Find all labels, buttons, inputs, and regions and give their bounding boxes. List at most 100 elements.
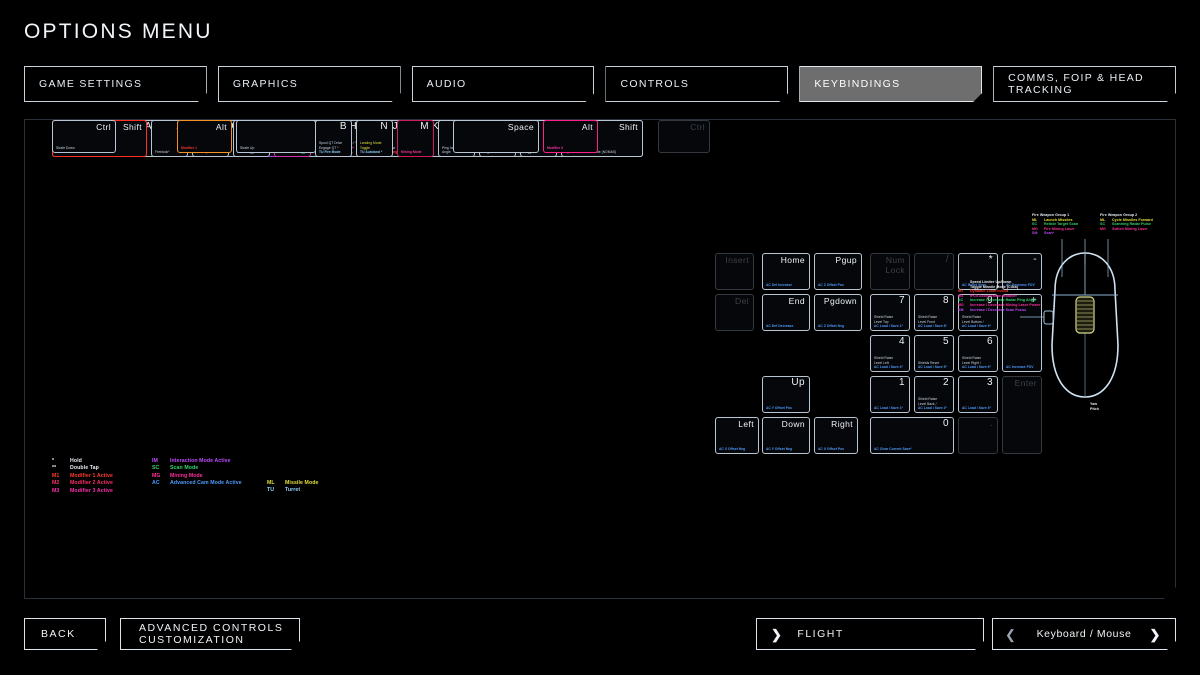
key-binding-list: AC Def Increase <box>766 283 807 287</box>
key-left[interactable]: Left AC X Offset Neg <box>715 417 759 454</box>
key-alt[interactable]: Alt Modifier 1 <box>177 120 232 153</box>
tab-keybindings[interactable]: KEYBINDINGS <box>799 66 982 102</box>
key-up[interactable]: Up AC Y Offset Pos <box>762 376 810 413</box>
advanced-controls-button[interactable]: ADVANCED CONTROLS CUSTOMIZATION <box>120 618 300 650</box>
legend-text: Modifier 2 Active <box>70 480 114 487</box>
key-binding-line: AC Y Offset Neg <box>766 446 793 451</box>
mouse-wheel-list: Speed Limiter Up/Down Toggle Missile Mode… <box>958 280 1040 312</box>
tab-game-settings[interactable]: GAME SETTINGS <box>24 66 207 102</box>
key-binding-line: AC Def Decrease <box>766 323 794 328</box>
tab-label: GAME SETTINGS <box>39 78 143 90</box>
key-down[interactable]: Down AC Y Offset Neg <box>762 417 810 454</box>
tab-label: COMMS, FOIP & HEAD TRACKING <box>1008 72 1144 96</box>
key-space[interactable]: Space <box>453 120 539 153</box>
key-binding-list: Landing Mode Toggle TU Autoland * <box>360 141 390 154</box>
key-pgdown[interactable]: Pgdown AC Z Offset Neg <box>814 294 862 331</box>
key-cap-label: Alt <box>581 122 593 132</box>
key-binding-line: AC Load / Save 1* <box>874 405 903 410</box>
back-button[interactable]: BACK <box>24 618 106 650</box>
key-1[interactable]: 1 AC Load / Save 1* <box>870 376 910 413</box>
legend-tag: SC <box>152 465 160 472</box>
key-cap-label: Up <box>791 377 805 388</box>
legend-column-3: ML Missile Mode TU Turret <box>267 480 319 495</box>
tab-bar: GAME SETTINGS GRAPHICS AUDIO CONTROLS KEYBIN… <box>24 66 1176 102</box>
key-n[interactable]: N Landing Mode Toggle TU Autoland * <box>356 120 393 157</box>
key-binding-line: AC Load / Save 5* <box>918 364 947 369</box>
key-alt[interactable]: Alt Modifier 3 <box>543 120 598 153</box>
key-insert[interactable]: Insert <box>715 253 754 290</box>
legend-tag: M3 <box>52 487 60 494</box>
key-b[interactable]: B Spool QT Drive Engage QT * TU Fire Mode <box>315 120 352 157</box>
mouse-wheel-label: Speed Limiter Up/Down Toggle Missile Mode… <box>958 280 1040 312</box>
tab-controls[interactable]: CONTROLS <box>605 66 788 102</box>
key-binding-list: Shield Raise Level Left AC Load / Save 4* <box>874 356 907 369</box>
flight-mode-button[interactable]: ❯ FLIGHT <box>756 618 984 650</box>
key-right[interactable]: Right AC X Offset Pos <box>814 417 858 454</box>
legend-column-1: * Hold ** Double Tap M1 Modifier 1 Active M2 Mo… <box>52 458 113 495</box>
tab-graphics[interactable]: GRAPHICS <box>218 66 401 102</box>
key-ctrl[interactable]: Ctrl <box>658 120 710 153</box>
key-binding-line: AC Z Offset Neg <box>818 323 845 328</box>
mouse-yaw-pitch-label: Yaw Pitch <box>1090 402 1100 411</box>
key-binding-list: Spool QT Drive Engage QT * TU Fire Mode <box>319 141 349 154</box>
key-binding-list: AC Y Offset Neg <box>766 447 807 451</box>
key-binding-line: AC Load / Save 4* <box>874 364 903 369</box>
key-binding-list: AC Clear Current Save* <box>874 447 951 451</box>
legend-text: Mining Mode <box>170 472 203 479</box>
legend-row: * Hold <box>52 458 113 465</box>
key-cap-label: N <box>380 121 388 132</box>
key-8[interactable]: 8 Shield Raise Level Front AC Load / Save 8… <box>914 294 954 331</box>
legend-row: M1 Modifier 1 Active <box>52 473 113 480</box>
key-cap-label: Num Lock <box>885 255 905 275</box>
key-cap-label: 7 <box>899 295 905 306</box>
legend-tag: IM <box>152 458 158 464</box>
legend-tag: M2 <box>52 480 60 487</box>
key-del[interactable]: Del <box>715 294 754 331</box>
chevron-right-icon[interactable]: ❯ <box>1150 628 1162 641</box>
key-cap-label: M <box>420 121 429 132</box>
key-blank[interactable]: / <box>914 253 954 290</box>
legend-row: ** Double Tap <box>52 465 113 472</box>
legend-tag: ML <box>267 480 275 486</box>
page-title: OPTIONS MENU <box>24 20 213 43</box>
key-num-lock[interactable]: Num Lock <box>870 253 910 290</box>
flight-mode-label: FLIGHT <box>797 628 844 640</box>
mouse-binding-row: SM Increase / Decrease Scan Focus <box>958 308 1040 313</box>
key-cap-label: Insert <box>725 255 749 265</box>
device-selector-label: Keyboard / Mouse <box>1036 628 1132 640</box>
key-home[interactable]: Home AC Def Increase <box>762 253 810 290</box>
key-2[interactable]: 2 Shield Raise Level Back / AC Load / Save … <box>914 376 954 413</box>
key-binding-list: Shield Raise Level Top AC Load / Save 1* <box>874 315 907 328</box>
key-ctrl[interactable]: Ctrl Strafe Down <box>52 120 116 153</box>
key-pgup[interactable]: Pgup AC Z Offset Pos <box>814 253 862 290</box>
chevron-right-icon: ❯ <box>771 626 784 642</box>
mouse-binding-tag: SM <box>1032 231 1038 236</box>
legend-row: ML Missile Mode <box>267 480 319 487</box>
legend-tag: M1 <box>52 472 60 479</box>
device-selector[interactable]: ❮ Keyboard / Mouse ❯ <box>992 618 1176 650</box>
mouse-group2-label: Fire Weapon Group 2 ML Cycle Missiles For… <box>1100 213 1153 231</box>
tab-label: GRAPHICS <box>232 78 299 90</box>
key-4[interactable]: 4 Shield Raise Level Left AC Load / Save 4* <box>870 335 910 372</box>
key-end[interactable]: End AC Def Decrease <box>762 294 810 331</box>
key-cap-label: Shift <box>122 122 142 132</box>
key-cap-label: / <box>945 254 949 265</box>
key-cap-label: Alt <box>215 122 227 132</box>
chevron-left-icon[interactable]: ❮ <box>1005 628 1017 641</box>
mouse-group1-label: Fire Weapon Group 1 ML Launch Missiles SC R… <box>1032 213 1078 236</box>
key-cap-label: 4 <box>899 336 905 347</box>
legend-text: Modifier 3 Active <box>70 487 114 494</box>
mouse-group1-list: ML Launch Missiles SC Reticle Target Scan MG… <box>1032 218 1078 236</box>
key-5[interactable]: 5 Shields Reset AC Load / Save 5* <box>914 335 954 372</box>
key-cap-label: Shift <box>618 122 638 132</box>
key-cap-label: Ctrl <box>96 122 111 132</box>
tab-comms-foip-head-tracking[interactable]: COMMS, FOIP & HEAD TRACKING <box>993 66 1176 102</box>
key-binding-line: TU Autoland * <box>360 149 383 154</box>
key-0[interactable]: 0 AC Clear Current Save* <box>870 417 954 454</box>
key-binding-line: Strafe Up <box>240 145 255 150</box>
key-blank[interactable]: Strafe Up <box>236 120 316 153</box>
tab-audio[interactable]: AUDIO <box>412 66 595 102</box>
key-m[interactable]: M Mining Mode <box>397 120 434 157</box>
legend-text: Interaction Mode Active <box>170 458 231 464</box>
key-7[interactable]: 7 Shield Raise Level Top AC Load / Save 1* <box>870 294 910 331</box>
